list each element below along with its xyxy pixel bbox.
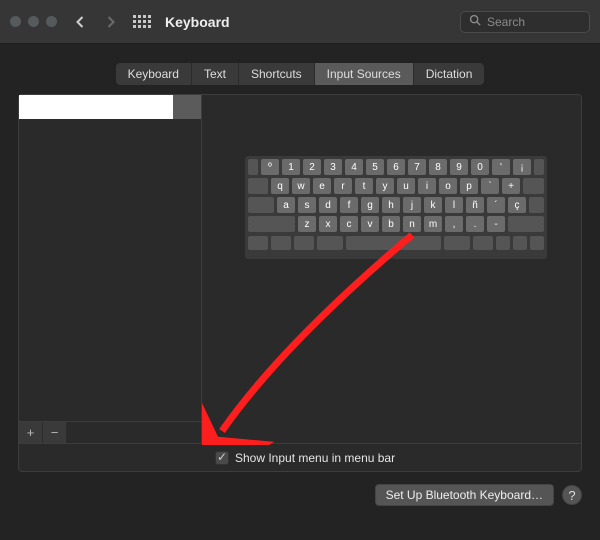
key: g: [361, 197, 379, 213]
source-detail-pane: º 1 2 3 4 5 6 7 8 9 0 ' ¡ q: [202, 95, 581, 443]
key: [529, 197, 544, 213]
key: [248, 178, 268, 194]
key: [248, 216, 295, 232]
search-input[interactable]: [487, 15, 581, 29]
key: n: [403, 216, 421, 232]
key: 8: [429, 159, 447, 175]
key: h: [382, 197, 400, 213]
show-input-menu-label: Show Input menu in menu bar: [235, 451, 395, 465]
tab-shortcuts[interactable]: Shortcuts: [239, 63, 315, 85]
key: -: [487, 216, 505, 232]
tab-strip: Keyboard Text Shortcuts Input Sources Di…: [115, 62, 486, 86]
source-item[interactable]: [19, 95, 201, 119]
key: r: [334, 178, 352, 194]
key: q: [271, 178, 289, 194]
key: z: [298, 216, 316, 232]
add-remove-bar: + −: [19, 421, 201, 443]
back-button[interactable]: [69, 11, 91, 33]
window-controls: [10, 16, 57, 27]
key: u: [397, 178, 415, 194]
key: l: [445, 197, 463, 213]
keyboard-preview: º 1 2 3 4 5 6 7 8 9 0 ' ¡ q: [244, 155, 548, 260]
add-source-button[interactable]: +: [19, 422, 43, 443]
key: ': [492, 159, 510, 175]
key: ¡: [513, 159, 531, 175]
source-name: [19, 95, 173, 119]
key: [523, 178, 544, 194]
key: i: [418, 178, 436, 194]
key: 3: [324, 159, 342, 175]
key: `: [481, 178, 499, 194]
key: 9: [450, 159, 468, 175]
key: 6: [387, 159, 405, 175]
tab-text[interactable]: Text: [192, 63, 239, 85]
key: o: [439, 178, 457, 194]
sources-list[interactable]: [19, 95, 201, 421]
key: c: [340, 216, 358, 232]
key: d: [319, 197, 337, 213]
key: w: [292, 178, 310, 194]
key: m: [424, 216, 442, 232]
key: 1: [282, 159, 300, 175]
annotation-arrow: [202, 95, 582, 445]
bottom-buttons: Set Up Bluetooth Keyboard… ?: [0, 472, 600, 506]
input-sources-panel: + − º 1 2 3 4 5 6 7 8 9 0 ': [18, 94, 582, 472]
key: ç: [508, 197, 526, 213]
key: 2: [303, 159, 321, 175]
key: .: [466, 216, 484, 232]
key: j: [403, 197, 421, 213]
key: t: [355, 178, 373, 194]
key: x: [319, 216, 337, 232]
key: a: [277, 197, 295, 213]
search-icon: [469, 13, 481, 31]
key: ñ: [466, 197, 484, 213]
key: +: [502, 178, 520, 194]
remove-source-button[interactable]: −: [43, 422, 67, 443]
key: f: [340, 197, 358, 213]
key: e: [313, 178, 331, 194]
sources-sidebar: + −: [19, 95, 202, 443]
key: k: [424, 197, 442, 213]
key: 0: [471, 159, 489, 175]
key: p: [460, 178, 478, 194]
show-input-menu-checkbox[interactable]: [215, 451, 229, 465]
minimize-window-button[interactable]: [28, 16, 39, 27]
key: [508, 216, 544, 232]
tab-dictation[interactable]: Dictation: [414, 63, 485, 85]
key: [248, 159, 258, 175]
tab-keyboard[interactable]: Keyboard: [116, 63, 192, 85]
tab-input-sources[interactable]: Input Sources: [315, 63, 414, 85]
key: ´: [487, 197, 505, 213]
key: y: [376, 178, 394, 194]
key: 5: [366, 159, 384, 175]
window-title: Keyboard: [165, 14, 230, 30]
panel-footer: Show Input menu in menu bar: [19, 443, 581, 471]
close-window-button[interactable]: [10, 16, 21, 27]
bluetooth-keyboard-button[interactable]: Set Up Bluetooth Keyboard…: [375, 484, 554, 506]
show-all-icon[interactable]: [133, 15, 151, 28]
zoom-window-button[interactable]: [46, 16, 57, 27]
key: º: [261, 159, 279, 175]
titlebar: Keyboard: [0, 0, 600, 44]
key: 4: [345, 159, 363, 175]
key: 7: [408, 159, 426, 175]
key: b: [382, 216, 400, 232]
key: [248, 197, 274, 213]
key: [534, 159, 544, 175]
key: s: [298, 197, 316, 213]
forward-button[interactable]: [99, 11, 121, 33]
key: ,: [445, 216, 463, 232]
source-flag: [173, 95, 201, 119]
help-button[interactable]: ?: [562, 485, 582, 505]
key: v: [361, 216, 379, 232]
search-field[interactable]: [460, 11, 590, 33]
